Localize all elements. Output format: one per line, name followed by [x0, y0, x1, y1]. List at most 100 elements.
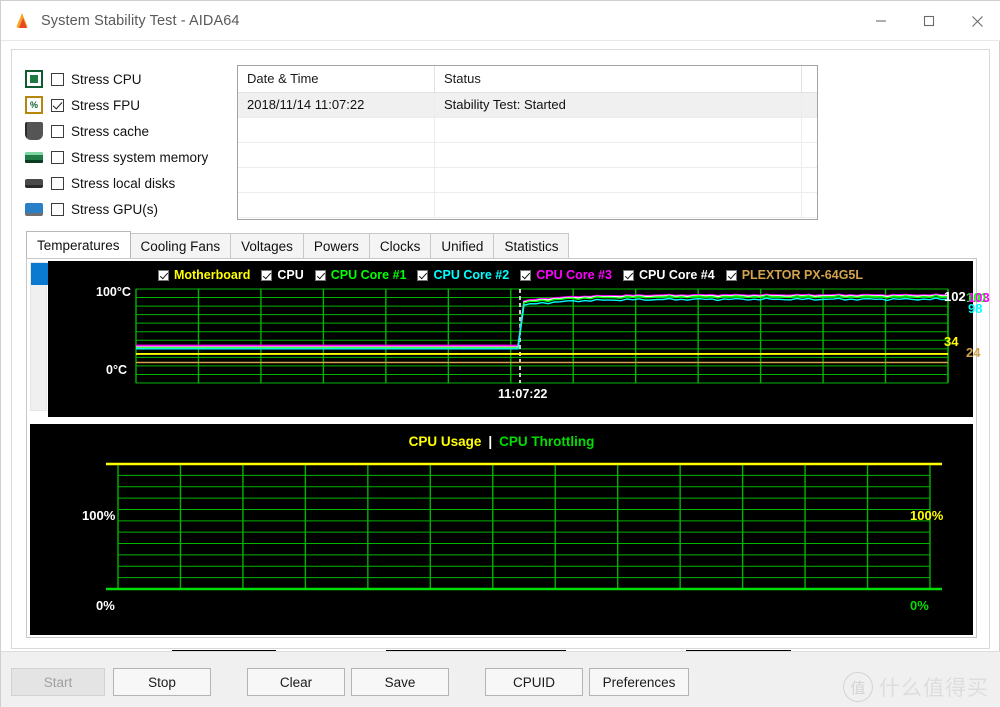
column-header-spacer	[802, 66, 817, 92]
table-row[interactable]	[238, 118, 817, 143]
preferences-button[interactable]: Preferences	[589, 668, 689, 696]
tab-clocks[interactable]: Clocks	[368, 233, 432, 258]
log-cell-datetime	[238, 193, 435, 217]
legend-item-motherboard[interactable]: Motherboard	[157, 268, 250, 282]
usage-y-top-left-label: 100%	[82, 508, 116, 523]
stress-option-checkbox[interactable]	[51, 150, 64, 164]
stress-option-row[interactable]: Stress system memory	[25, 144, 255, 170]
cache-icon	[25, 122, 43, 140]
cpu-chip-icon	[25, 70, 43, 88]
legend-label: CPU Core #1	[330, 268, 407, 282]
stress-option-row[interactable]: Stress local disks	[25, 170, 255, 196]
cpuid-button[interactable]: CPUID	[485, 668, 583, 696]
stress-option-row[interactable]: % Stress FPU	[25, 92, 255, 118]
legend-label: PLEXTOR PX-64G5L	[741, 268, 864, 282]
minimize-icon[interactable]	[857, 1, 905, 41]
tab-temperatures[interactable]: Temperatures	[26, 231, 131, 258]
stress-option-checkbox[interactable]	[51, 124, 64, 138]
close-icon[interactable]	[953, 1, 1000, 41]
legend-item-cpu-core-2[interactable]: CPU Core #2	[417, 268, 509, 282]
legend-label: CPU Core #4	[638, 268, 715, 282]
log-cell-datetime	[238, 118, 435, 142]
tab-powers[interactable]: Powers	[302, 233, 370, 258]
clear-button[interactable]: Clear	[247, 668, 345, 696]
legend-item-cpu-core-4[interactable]: CPU Core #4	[622, 268, 715, 282]
start-button: Start	[11, 668, 105, 696]
log-cell-status	[435, 168, 802, 192]
temp-value-cpu: 102	[944, 289, 966, 304]
log-cell-spacer	[802, 193, 817, 217]
stress-option-row[interactable]: Stress CPU	[25, 66, 255, 92]
legend-checkbox[interactable]	[417, 269, 429, 281]
temp-value-motherboard: 34	[944, 334, 959, 349]
stress-option-label: Stress cache	[71, 123, 150, 139]
legend-checkbox[interactable]	[261, 269, 273, 281]
temperature-legend: Motherboard CPU CPU Core #1 CPU Core #2 CPU …	[48, 265, 973, 285]
column-header-status: Status	[435, 66, 802, 92]
main-panel: Stress CPU% Stress FPU Stress cache Stress …	[11, 49, 990, 678]
stress-option-checkbox[interactable]	[51, 72, 64, 86]
cpu-usage-chart: CPU Usage | CPU Throttling 100% 0% 100% 0%	[30, 424, 973, 635]
temp-y-axis-top-label: 100°C	[96, 285, 131, 299]
legend-item-cpu-core-3[interactable]: CPU Core #3	[520, 268, 612, 282]
stress-option-label: Stress FPU	[71, 97, 141, 113]
site-watermark: 值 什么值得买	[843, 672, 989, 702]
stop-button[interactable]: Stop	[113, 668, 211, 696]
legend-item-plextor-px-64g5l[interactable]: PLEXTOR PX-64G5L	[725, 268, 864, 282]
stress-option-label: Stress CPU	[71, 71, 142, 87]
temp-value-plextor-px-64g5l: 24	[966, 345, 981, 360]
maximize-icon[interactable]	[905, 1, 953, 41]
legend-checkbox[interactable]	[314, 269, 326, 281]
window-controls	[857, 1, 1000, 41]
legend-label: CPU Core #2	[433, 268, 510, 282]
legend-checkbox[interactable]	[157, 269, 169, 281]
log-cell-datetime	[238, 168, 435, 192]
stress-option-checkbox[interactable]	[51, 202, 64, 216]
stress-option-label: Stress local disks	[71, 175, 176, 191]
flame-icon	[14, 12, 32, 30]
legend-cpu-usage: CPU Usage	[408, 434, 482, 449]
table-row[interactable]	[238, 143, 817, 168]
tab-statistics[interactable]: Statistics	[493, 233, 570, 258]
tab-unified[interactable]: Unified	[430, 233, 495, 258]
stress-option-row[interactable]: Stress cache	[25, 118, 255, 144]
memory-stick-icon	[25, 151, 43, 163]
legend-checkbox[interactable]	[725, 269, 737, 281]
watermark-badge-icon: 值	[843, 672, 873, 702]
stress-option-checkbox[interactable]	[51, 176, 64, 190]
table-row[interactable]: 2018/11/14 11:07:22 Stability Test: Start…	[238, 93, 817, 118]
save-button[interactable]: Save	[351, 668, 449, 696]
temp-y-axis-bottom-label: 0°C	[106, 363, 127, 377]
log-cell-status: Stability Test: Started	[435, 93, 802, 117]
log-cell-spacer	[802, 118, 817, 142]
scrollbar-thumb[interactable]	[31, 263, 48, 285]
legend-checkbox[interactable]	[622, 269, 634, 281]
legend-checkbox[interactable]	[520, 269, 532, 281]
log-cell-status	[435, 143, 802, 167]
log-cell-spacer	[802, 93, 817, 117]
sensor-list-scrollbar[interactable]	[30, 262, 48, 411]
legend-cpu-throttling: CPU Throttling	[499, 434, 595, 449]
table-row[interactable]	[238, 193, 817, 218]
event-log-table[interactable]: Date & Time Status 2018/11/14 11:07:22 St…	[237, 65, 818, 220]
tab-cooling-fans[interactable]: Cooling Fans	[129, 233, 232, 258]
stress-option-label: Stress GPU(s)	[71, 201, 159, 217]
table-row[interactable]	[238, 168, 817, 193]
legend-item-cpu-core-1[interactable]: CPU Core #1	[314, 268, 407, 282]
stress-option-checkbox[interactable]	[51, 98, 64, 112]
log-cell-spacer	[802, 143, 817, 167]
legend-item-cpu[interactable]: CPU	[261, 268, 304, 282]
gpu-monitor-icon	[25, 202, 43, 216]
footer-button-bar: Start Stop Clear Save CPUID Preferences 值 什么值…	[1, 651, 1000, 707]
cpu-usage-plot-svg	[106, 462, 942, 591]
tab-voltages[interactable]: Voltages	[230, 233, 304, 258]
usage-y-bottom-left-label: 0%	[96, 598, 115, 613]
stress-option-row[interactable]: Stress GPU(s)	[25, 196, 255, 222]
temperatures-chart: Motherboard CPU CPU Core #1 CPU Core #2 CPU …	[48, 261, 990, 417]
fpu-percent-icon: %	[25, 96, 43, 114]
usage-y-top-right-label: 100%	[910, 508, 944, 523]
legend-label: CPU Core #3	[536, 268, 612, 282]
temperatures-tab-panel: Motherboard CPU CPU Core #1 CPU Core #2 CPU …	[26, 258, 990, 638]
table-body: 2018/11/14 11:07:22 Stability Test: Start…	[238, 93, 817, 218]
watermark-text: 什么值得买	[879, 677, 989, 700]
